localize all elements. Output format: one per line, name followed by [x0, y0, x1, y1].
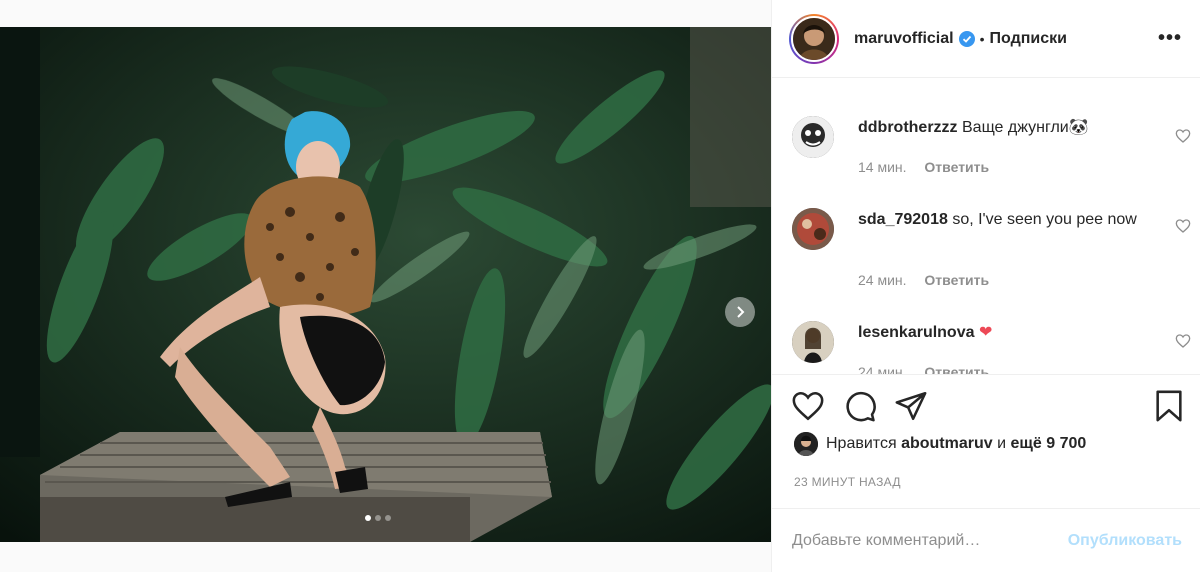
comment-time: 14 мин.	[858, 159, 907, 175]
author-username[interactable]: maruvofficial	[854, 30, 954, 48]
reply-button[interactable]: Ответить	[924, 364, 989, 374]
share-send-icon[interactable]	[894, 389, 928, 423]
comment-like-heart-icon[interactable]	[1175, 128, 1191, 144]
likes-joiner: и	[997, 435, 1007, 452]
jungle-photo	[0, 27, 771, 542]
author-avatar-image	[793, 17, 835, 60]
comment-body: sda_792018 so, I've seen you pee now	[858, 208, 1138, 231]
like-heart-icon[interactable]	[791, 389, 825, 423]
add-comment-bar: Опубликовать	[772, 508, 1200, 572]
post-header: maruvofficial • Подписки •••	[772, 0, 1200, 78]
liker-avatar[interactable]	[794, 432, 818, 456]
post-timestamp: 23 МИНУТ НАЗАД	[794, 475, 901, 489]
bookmark-save-icon[interactable]	[1152, 389, 1186, 423]
comment-text: ❤	[978, 324, 993, 341]
comment-text: Ваще джунгли🐼	[962, 119, 1089, 136]
comment-time: 24 мин.	[858, 272, 907, 288]
comment-username[interactable]: lesenkarulnova	[858, 324, 975, 341]
chevron-right-icon	[737, 306, 745, 318]
comment-like-heart-icon[interactable]	[1175, 218, 1191, 234]
next-slide-button[interactable]	[725, 297, 755, 327]
comment-avatar[interactable]	[792, 116, 834, 158]
verified-badge-icon	[958, 30, 975, 47]
carousel-dot	[365, 515, 371, 521]
comment-body: ddbrotherzzz Ваще джунгли🐼	[858, 116, 1138, 139]
header-separator: •	[979, 30, 985, 47]
comment-meta: 24 мин. Ответить	[858, 272, 1003, 288]
carousel-dot	[375, 515, 381, 521]
post-sidebar: maruvofficial • Подписки ••• ddbrotherzz…	[771, 0, 1200, 572]
likes-prefix: Нравится	[826, 435, 897, 452]
likes-count-link[interactable]: ещё 9 700	[1010, 435, 1086, 453]
post-photo[interactable]	[0, 27, 771, 542]
comment-avatar[interactable]	[792, 321, 834, 363]
comments-list[interactable]: ddbrotherzzz Ваще джунгли🐼 14 мин. Ответ…	[772, 79, 1200, 374]
comment-body: lesenkarulnova ❤	[858, 321, 1138, 344]
post-actions-bar	[772, 374, 1200, 440]
liker-username[interactable]: aboutmaruv	[901, 435, 993, 453]
comment-like-heart-icon[interactable]	[1175, 333, 1191, 349]
author-avatar[interactable]	[789, 13, 839, 64]
carousel-indicator	[365, 515, 391, 521]
comment-avatar[interactable]	[792, 208, 834, 250]
more-options-icon[interactable]: •••	[1158, 27, 1182, 50]
reply-button[interactable]: Ответить	[924, 159, 989, 175]
comment-username[interactable]: sda_792018	[858, 211, 948, 228]
add-comment-input[interactable]	[792, 527, 1072, 555]
carousel-dot	[385, 515, 391, 521]
likes-summary: Нравится aboutmaruv и ещё 9 700	[794, 432, 1086, 456]
comment-text: so, I've seen you pee now	[952, 211, 1137, 228]
following-button[interactable]: Подписки	[990, 30, 1067, 48]
comment-meta: 14 мин. Ответить	[858, 159, 1003, 175]
comment-bubble-icon[interactable]	[843, 389, 877, 423]
publish-button[interactable]: Опубликовать	[1068, 532, 1182, 550]
comment-username[interactable]: ddbrotherzzz	[858, 119, 958, 136]
comment-time: 24 мин.	[858, 364, 907, 374]
reply-button[interactable]: Ответить	[924, 272, 989, 288]
comment-meta: 24 мин. Ответить	[858, 364, 1003, 374]
